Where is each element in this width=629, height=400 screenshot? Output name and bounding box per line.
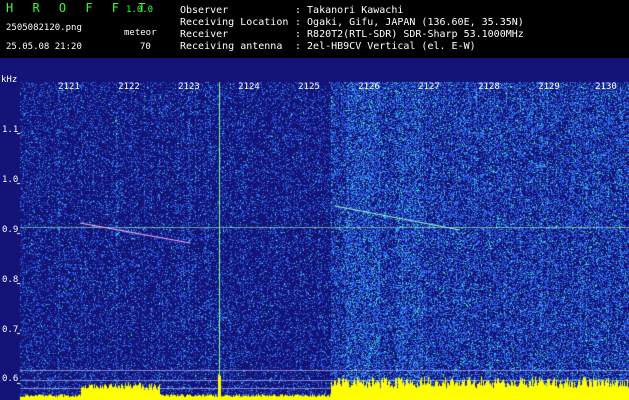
x-tick-label: 2122 (118, 82, 140, 92)
info-label-observer: Observer (180, 5, 229, 16)
meteor-count: 70 (140, 42, 151, 52)
app-version: 1.0.0 (126, 5, 154, 15)
file-name: 2505082120.png (6, 23, 82, 33)
x-tick-label: 2127 (418, 82, 440, 92)
y-tick-label: 0.6 (2, 374, 19, 384)
x-tick-label: 2126 (358, 82, 380, 92)
y-tick-label: 0.8 (2, 275, 19, 285)
info-label-receiver: Receiver (180, 29, 229, 40)
y-tick-label: 0.7 (2, 325, 19, 335)
info-value-receiver: : R820T2(RTL-SDR) SDR-Sharp 53.1000MHz (295, 29, 524, 40)
header-panel: H R O F F T 1.0.0 2505082120.png 25.05.0… (0, 0, 629, 58)
info-label-location: Receiving Location (180, 17, 289, 28)
info-value-antenna: : 2el-HB9CV Vertical (el. E-W) (295, 41, 476, 52)
x-tick-label: 2129 (538, 82, 560, 92)
info-value-location: : Ogaki, Gifu, JAPAN (136.60E, 35.35N) (295, 17, 524, 28)
x-tick-label: 2125 (298, 82, 320, 92)
y-tick-label: 0.9 (2, 225, 19, 235)
info-label-antenna: Receiving antenna (180, 41, 283, 52)
y-tick-label: 1.1 (2, 125, 19, 135)
info-value-observer: : Takanori Kawachi (295, 5, 404, 16)
x-tick-label: 2123 (178, 82, 200, 92)
x-tick-label: 2130 (595, 82, 617, 92)
x-tick-label: 2124 (238, 82, 260, 92)
x-tick-label: 2128 (478, 82, 500, 92)
x-tick-label: 2121 (58, 82, 80, 92)
y-axis-unit: kHz (1, 75, 18, 85)
spectrogram-canvas (0, 58, 629, 400)
timestamp: 25.05.08 21:20 (6, 42, 82, 52)
y-tick-label: 1.0 (2, 175, 19, 185)
meteor-label: meteor (124, 28, 157, 38)
